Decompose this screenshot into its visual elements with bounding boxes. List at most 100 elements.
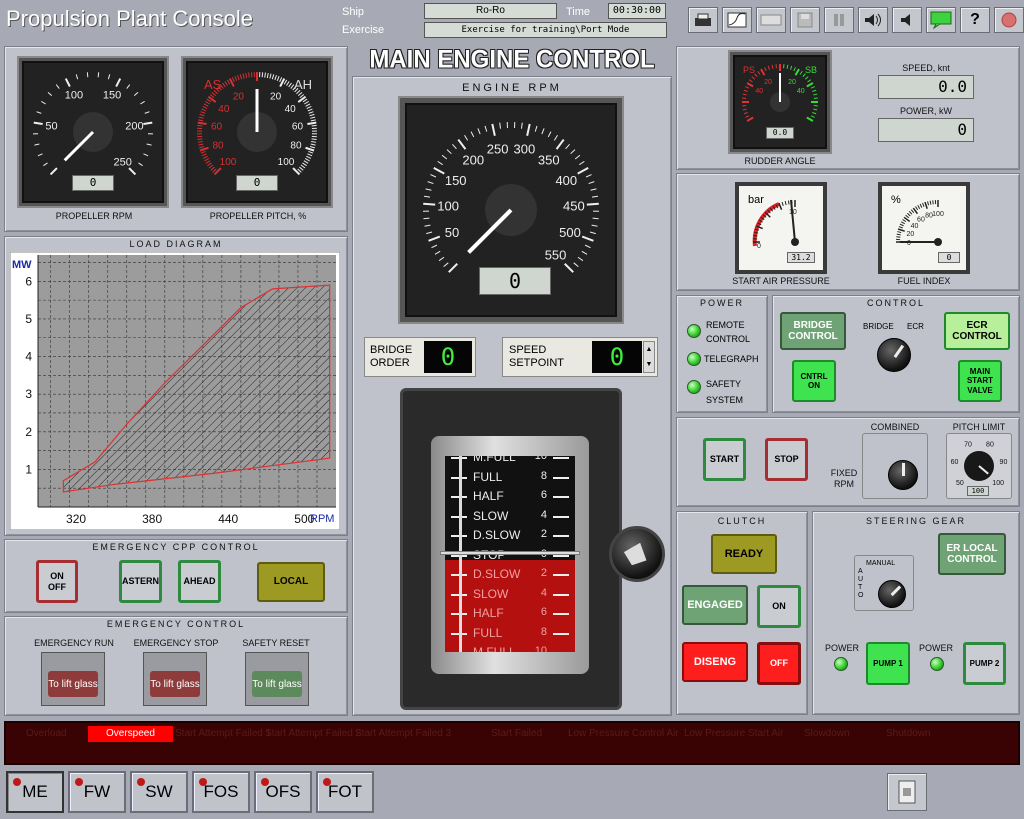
clutch-diseng-button[interactable]: DISENG bbox=[682, 642, 748, 682]
tab-label: FOT bbox=[328, 782, 362, 801]
telegraph-order-number: 4 bbox=[540, 586, 547, 599]
safety-reset-button[interactable]: To lift glass bbox=[245, 652, 309, 706]
cpp-ahead-button[interactable]: AHEAD bbox=[178, 560, 221, 603]
start-air-hub bbox=[791, 238, 799, 246]
pitch-ahead-tick bbox=[306, 106, 312, 110]
keyboard-icon[interactable] bbox=[756, 7, 786, 33]
sound-off-icon[interactable] bbox=[892, 7, 922, 33]
alarm-low-pressure-control-air: Low Pressure Control Air bbox=[568, 728, 679, 739]
telegraph-order-number: 2 bbox=[540, 528, 547, 540]
pitch-astern-tick bbox=[210, 166, 215, 171]
message-icon[interactable] bbox=[926, 7, 956, 33]
load-x-tick-label: 380 bbox=[142, 512, 162, 526]
pitch-astern-tick bbox=[198, 116, 204, 119]
pitch-ahead-tick bbox=[311, 140, 317, 143]
control-mode-selector-knob[interactable] bbox=[877, 338, 911, 372]
exit-icon[interactable] bbox=[994, 7, 1024, 33]
safety-reset-glass: To lift glass bbox=[252, 671, 302, 697]
telegraph-tick bbox=[553, 593, 569, 596]
combined-selector-knob[interactable] bbox=[888, 460, 918, 490]
load-x-tick-label: 320 bbox=[66, 512, 86, 526]
rudder-port-tick bbox=[764, 67, 767, 72]
rudder-port-label: 20 bbox=[764, 79, 772, 86]
start-air-display: 31.2 bbox=[787, 252, 815, 263]
propeller-pitch-display: 0 bbox=[236, 175, 278, 191]
engine-rpm-tick-label: 50 bbox=[445, 225, 459, 240]
telegraph-order-full-a: FULL bbox=[473, 469, 503, 484]
engine-start-button[interactable]: START bbox=[703, 438, 746, 481]
pitch-ahead-label: 60 bbox=[292, 122, 304, 133]
tab-fw[interactable]: FW bbox=[68, 771, 126, 813]
pitch-astern-tick bbox=[234, 76, 238, 82]
pitch-limit-label: PITCH LIMIT bbox=[952, 422, 1006, 432]
load-y-tick-label: 4 bbox=[25, 350, 32, 364]
er-local-control-button[interactable]: ER LOCAL CONTROL bbox=[938, 533, 1006, 575]
telegraph-power-label: TELEGRAPH bbox=[704, 354, 759, 364]
pitch-ahead-tick bbox=[279, 77, 283, 83]
rudder-stbd-tick bbox=[806, 116, 814, 122]
fuel-index-title: FUEL INDEX bbox=[897, 276, 951, 286]
tab-fos[interactable]: FOS bbox=[192, 771, 250, 813]
trend-icon[interactable] bbox=[722, 7, 752, 33]
speed-setpoint-label: SPEED SETPOINT bbox=[509, 344, 565, 369]
emergency-stop-glass: To lift glass bbox=[150, 671, 200, 697]
tab-fot[interactable]: FOT bbox=[316, 771, 374, 813]
engine-stop-button[interactable]: STOP bbox=[765, 438, 808, 481]
pitch-limit-dial[interactable]: 50 60 70 80 90 100 100 bbox=[946, 433, 1012, 499]
setpoint-spinner[interactable]: ▲ ▼ bbox=[643, 341, 655, 373]
load-y-tick-label: 2 bbox=[25, 425, 32, 439]
main-start-valve-button[interactable]: MAIN START VALVE bbox=[958, 360, 1002, 402]
rudder-angle-display: 0.0 bbox=[766, 127, 794, 139]
fuel-index-tick bbox=[915, 206, 919, 211]
propeller-rpm-tick bbox=[64, 78, 71, 88]
print-icon[interactable] bbox=[688, 7, 718, 33]
engine-rpm-tick bbox=[457, 138, 467, 150]
pause-icon[interactable] bbox=[824, 7, 854, 33]
engine-rpm-tick bbox=[434, 250, 441, 255]
emergency-run-label: EMERGENCY RUN bbox=[34, 638, 114, 648]
load-y-tick-label: 3 bbox=[25, 387, 32, 401]
propeller-rpm-tick-label: 100 bbox=[65, 90, 83, 102]
steering-mode-selector-knob[interactable] bbox=[878, 580, 906, 608]
tab-ofs[interactable]: OFS bbox=[254, 771, 312, 813]
tab-sw[interactable]: SW bbox=[130, 771, 188, 813]
pitch-ahead-tick bbox=[286, 81, 290, 86]
save-icon[interactable] bbox=[790, 7, 820, 33]
pump2-button[interactable]: PUMP 2 bbox=[963, 642, 1006, 685]
device-icon[interactable] bbox=[887, 773, 927, 811]
pitch-ahead-tick bbox=[304, 158, 310, 162]
bridge-control-button[interactable]: BRIDGE CONTROL bbox=[780, 312, 846, 350]
help-icon[interactable]: ? bbox=[960, 7, 990, 33]
pitch-astern-tick bbox=[226, 79, 231, 85]
telegraph-pointer[interactable] bbox=[440, 551, 580, 555]
telegraph-tick bbox=[553, 535, 569, 537]
tab-alarm-led bbox=[199, 778, 207, 786]
sound-on-icon[interactable] bbox=[858, 7, 888, 33]
steering-gear-title: STEERING GEAR bbox=[865, 516, 966, 526]
pitch-ahead-tick bbox=[311, 124, 317, 127]
clutch-off-button[interactable]: OFF bbox=[757, 642, 801, 685]
pitch-ahead-tick bbox=[307, 153, 313, 157]
cpp-astern-button[interactable]: ASTERN bbox=[119, 560, 162, 603]
fuel-index-tick bbox=[917, 204, 921, 209]
emergency-stop-button[interactable]: To lift glass bbox=[143, 652, 207, 706]
emergency-run-button[interactable]: To lift glass bbox=[41, 652, 105, 706]
rudder-stbd-tick bbox=[813, 93, 818, 96]
clutch-engaged-button[interactable]: ENGAGED bbox=[682, 585, 748, 625]
pitch-astern-tick bbox=[231, 77, 235, 83]
engine-rpm-tick bbox=[446, 149, 452, 155]
tab-me[interactable]: ME bbox=[6, 771, 64, 813]
ecr-control-button[interactable]: ECR CONTROL bbox=[944, 312, 1010, 350]
fuel-index-gauge: 0 20 40 60 80 100 % 0 bbox=[878, 182, 970, 274]
pump1-button[interactable]: PUMP 1 bbox=[866, 642, 910, 685]
cpp-on-off-button[interactable]: ON OFF bbox=[36, 560, 78, 603]
cpp-local-button[interactable]: LOCAL bbox=[257, 562, 325, 602]
rudder-stbd-tick bbox=[813, 108, 818, 111]
clutch-on-button[interactable]: ON bbox=[757, 585, 801, 628]
start-air-tick bbox=[787, 200, 790, 205]
pitch-astern-tick bbox=[209, 94, 215, 99]
control-on-button[interactable]: CNTRL ON bbox=[792, 360, 836, 402]
pitch-limit-display: 100 bbox=[967, 486, 989, 496]
clutch-ready-button[interactable]: READY bbox=[711, 534, 777, 574]
propeller-rpm-tick bbox=[34, 143, 40, 146]
